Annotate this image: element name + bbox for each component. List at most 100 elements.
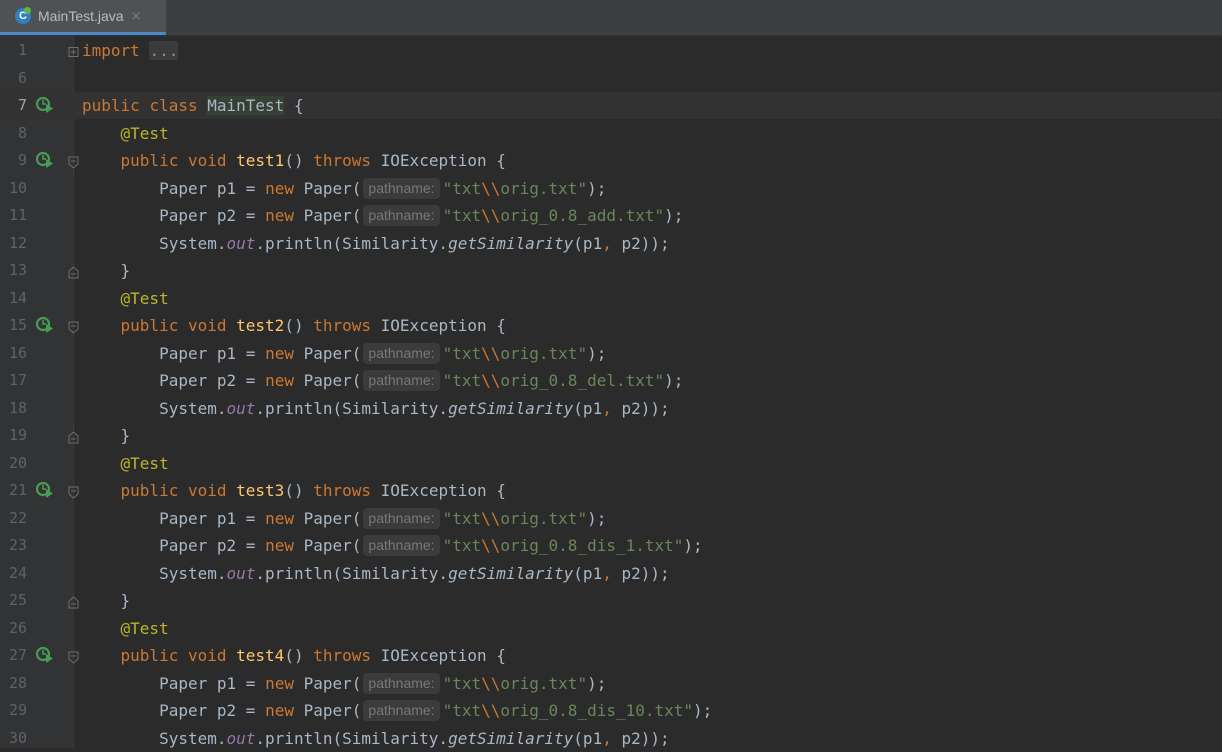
method-call: .println(Similarity. — [255, 728, 449, 748]
void-keyword: void — [187, 151, 227, 170]
constructor-call: Paper( — [303, 701, 362, 720]
code-line: 14 @Test — [0, 285, 1222, 312]
code-text: Paper p2 = new Paper(pathname: "txt\\orig… — [82, 697, 712, 724]
method-name: test4 — [236, 646, 285, 665]
public-keyword: public — [82, 96, 140, 115]
call-close: ); — [587, 343, 607, 363]
parameter-hint: pathname: — [363, 507, 440, 529]
fold-icon[interactable] — [68, 429, 79, 444]
new-keyword: new — [265, 371, 294, 390]
operator: = — [245, 701, 256, 720]
constructor-call: Paper( — [303, 206, 362, 225]
call-close: ); — [587, 508, 607, 528]
code-text: public void test3() throws IOException { — [82, 477, 506, 504]
call-close: ); — [664, 206, 684, 225]
method-name: test3 — [236, 481, 285, 500]
parens: () — [284, 646, 304, 665]
code-line: 30 System.out.println(Similarity.getSimi… — [0, 725, 1222, 752]
annotation: @Test — [120, 123, 169, 143]
fold-icon[interactable] — [68, 154, 79, 169]
method-call: .println(Similarity. — [255, 233, 449, 253]
system-class: System. — [159, 563, 227, 583]
variable-name: p1 — [216, 343, 237, 363]
code-text: Paper p1 = new Paper(pathname: "txt\\orig… — [82, 505, 606, 532]
close-icon[interactable]: × — [131, 9, 142, 24]
line-number: 26 — [8, 618, 27, 637]
code-text: System.out.println(Similarity.getSimilar… — [82, 230, 670, 257]
method-call: .println(Similarity. — [255, 398, 449, 418]
call-close: ); — [587, 178, 607, 198]
code-text: Paper p1 = new Paper(pathname: "txt\\orig… — [82, 670, 606, 697]
string-literal: orig.txt" — [500, 673, 588, 693]
line-number: 25 — [8, 591, 27, 609]
string-literal: "txt — [442, 536, 482, 555]
code-line: 7 public class MainTest { — [0, 92, 1222, 119]
line-number: 28 — [8, 673, 27, 692]
constructor-call: Paper( — [303, 536, 362, 555]
line-number: 12 — [8, 233, 27, 252]
code-line: 20 @Test — [0, 450, 1222, 477]
operator: = — [245, 673, 256, 693]
parameter-hint: pathname: — [363, 535, 440, 556]
line-number: 7 — [17, 96, 27, 114]
escape-sequence: \\ — [481, 371, 501, 390]
code-text: } — [82, 422, 131, 449]
run-test-icon[interactable] — [35, 646, 54, 663]
string-literal: orig_0.8_del.txt" — [500, 371, 665, 390]
code-line: 12 System.out.println(Similarity.getSimi… — [0, 230, 1222, 257]
operator: = — [245, 343, 256, 363]
new-keyword: new — [265, 206, 294, 225]
operator: = — [245, 508, 256, 528]
code-editor[interactable]: 1 import ... 6 7 public class MainTest {8 @T… — [0, 36, 1222, 748]
brace: { — [496, 151, 506, 170]
line-number: 13 — [8, 261, 27, 279]
code-text: } — [82, 587, 131, 614]
tab-maintest-java[interactable]: C MainTest.java × — [0, 0, 166, 35]
run-test-icon[interactable] — [35, 151, 54, 168]
fold-icon[interactable] — [68, 594, 79, 609]
string-literal: orig_0.8_dis_1.txt" — [500, 536, 684, 555]
system-class: System. — [159, 728, 227, 748]
new-keyword: new — [265, 343, 294, 363]
type-name: Paper — [159, 371, 208, 390]
arguments: p2)); — [611, 233, 670, 253]
run-test-icon[interactable] — [35, 96, 54, 113]
run-test-icon[interactable] — [35, 316, 54, 333]
fold-icon[interactable] — [68, 484, 79, 499]
comma: , — [602, 563, 612, 583]
code-text: @Test — [82, 120, 169, 147]
run-test-icon[interactable] — [35, 481, 54, 498]
line-number: 24 — [8, 563, 27, 582]
type-name: Paper — [159, 178, 208, 198]
parens: () — [284, 151, 304, 170]
string-literal: "txt — [442, 206, 482, 225]
type-name: Paper — [159, 206, 208, 225]
fold-icon[interactable] — [68, 649, 79, 664]
variable-name: p2 — [216, 371, 237, 390]
throws-keyword: throws — [313, 151, 372, 170]
string-literal: orig.txt" — [500, 343, 588, 363]
escape-sequence: \\ — [481, 673, 501, 693]
class-keyword: class — [149, 96, 198, 115]
fold-icon[interactable] — [68, 319, 79, 334]
code-text: import ... — [82, 37, 179, 64]
constructor-call: Paper( — [303, 508, 362, 528]
parameter-hint: pathname: — [363, 700, 440, 721]
brace: { — [496, 481, 506, 500]
parens: () — [284, 316, 304, 335]
arguments: (p1 — [573, 233, 603, 253]
throws-keyword: throws — [313, 646, 372, 665]
code-line: 26 @Test — [0, 615, 1222, 642]
exception-type: IOException — [380, 151, 487, 170]
method-name: test2 — [236, 316, 285, 335]
line-number: 21 — [8, 481, 27, 499]
code-text: System.out.println(Similarity.getSimilar… — [82, 725, 670, 752]
constructor-call: Paper( — [303, 343, 362, 363]
fold-icon[interactable] — [68, 264, 79, 279]
parens: () — [284, 481, 304, 500]
arguments: (p1 — [573, 563, 603, 583]
brace: } — [120, 426, 131, 445]
fold-icon[interactable] — [68, 44, 79, 57]
line-number: 27 — [8, 646, 27, 664]
code-line: 9 public void test1() throws IOException… — [0, 147, 1222, 174]
